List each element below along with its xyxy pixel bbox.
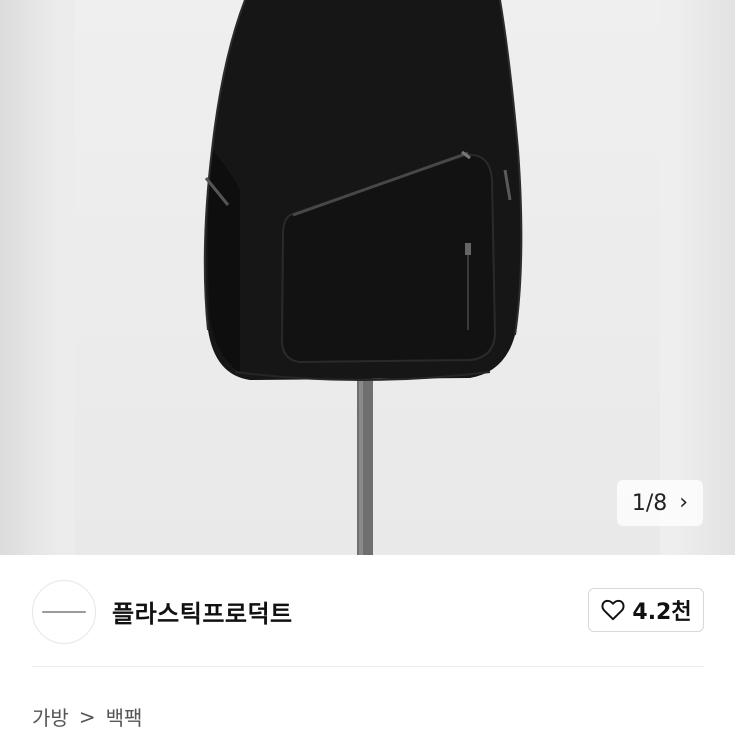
seller-avatar[interactable] [32,580,96,644]
seller-logo-mark [42,611,86,613]
chevron-right-icon[interactable]: › [679,492,688,514]
image-counter[interactable]: 1/8 › [617,480,703,526]
breadcrumb: 가방 > 백팩 [32,702,142,731]
breadcrumb-separator: > [78,704,96,729]
heart-outline-icon [601,599,625,621]
backpack-illustration [203,0,523,555]
seller-row: 플라스틱프로덕트 4.2천 [32,580,704,644]
breadcrumb-item-category[interactable]: 가방 [32,702,69,731]
image-counter-text: 1/8 [631,490,668,516]
breadcrumb-item-subcategory[interactable]: 백팩 [106,702,143,731]
like-button[interactable]: 4.2천 [588,588,704,632]
section-divider [32,666,704,667]
seller-name[interactable]: 플라스틱프로덕트 [112,594,293,629]
product-image[interactable]: 1/8 › [0,0,735,555]
like-count: 4.2천 [632,600,692,625]
